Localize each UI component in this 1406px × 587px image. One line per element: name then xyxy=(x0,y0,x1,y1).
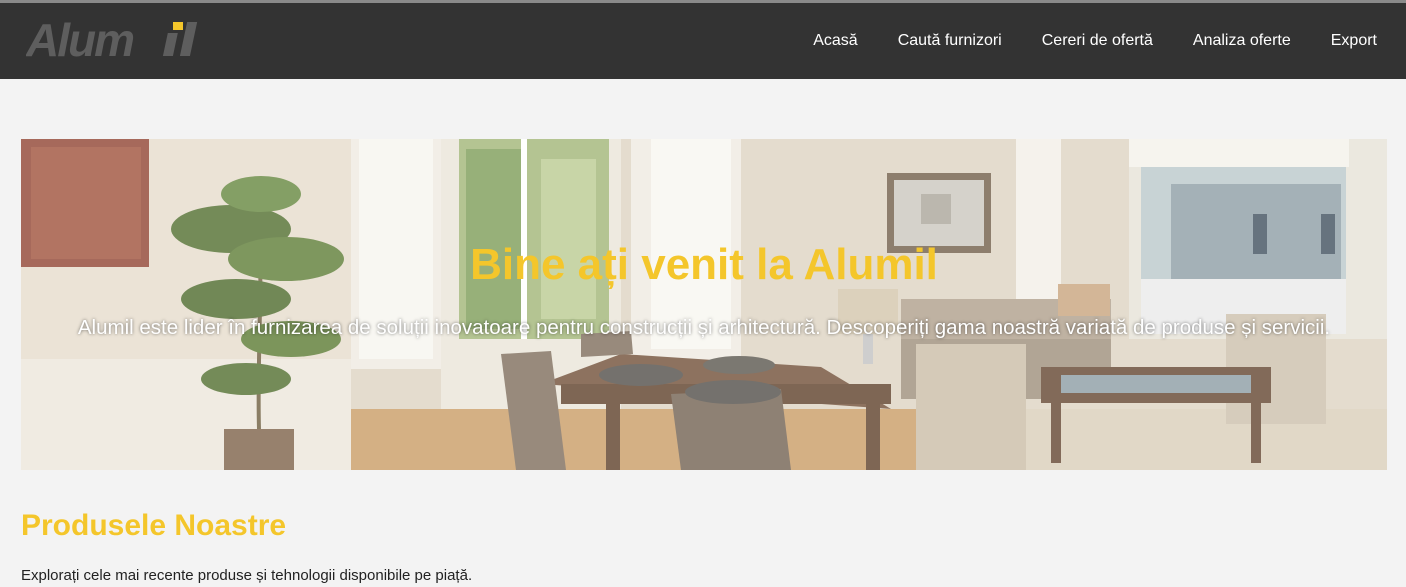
top-navbar: Alum Acasă Caută furnizori Cereri de ofe… xyxy=(0,0,1406,79)
hero-banner: Bine ați venit la Alumil Alumil este lid… xyxy=(21,139,1387,470)
products-section-text: Explorați cele mai recente produse și te… xyxy=(21,567,473,584)
svg-text:Alum: Alum xyxy=(26,18,133,62)
main-nav: Acasă Caută furnizori Cereri de ofertă A… xyxy=(773,3,1377,79)
hero-description: Alumil este lider în furnizarea de soluț… xyxy=(77,316,1331,339)
products-section-title: Produsele Noastre xyxy=(21,509,287,542)
hero-title: Bine ați venit la Alumil xyxy=(470,240,938,289)
nav-link-quote-requests[interactable]: Cereri de ofertă xyxy=(1042,32,1153,50)
hero-overlay xyxy=(21,139,1387,470)
nav-link-export[interactable]: Export xyxy=(1331,32,1377,50)
nav-link-search-suppliers[interactable]: Caută furnizori xyxy=(898,32,1002,50)
nav-link-home[interactable]: Acasă xyxy=(813,32,857,50)
nav-link-offer-analysis[interactable]: Analiza oferte xyxy=(1193,32,1291,50)
alumil-logo[interactable]: Alum xyxy=(26,18,206,62)
